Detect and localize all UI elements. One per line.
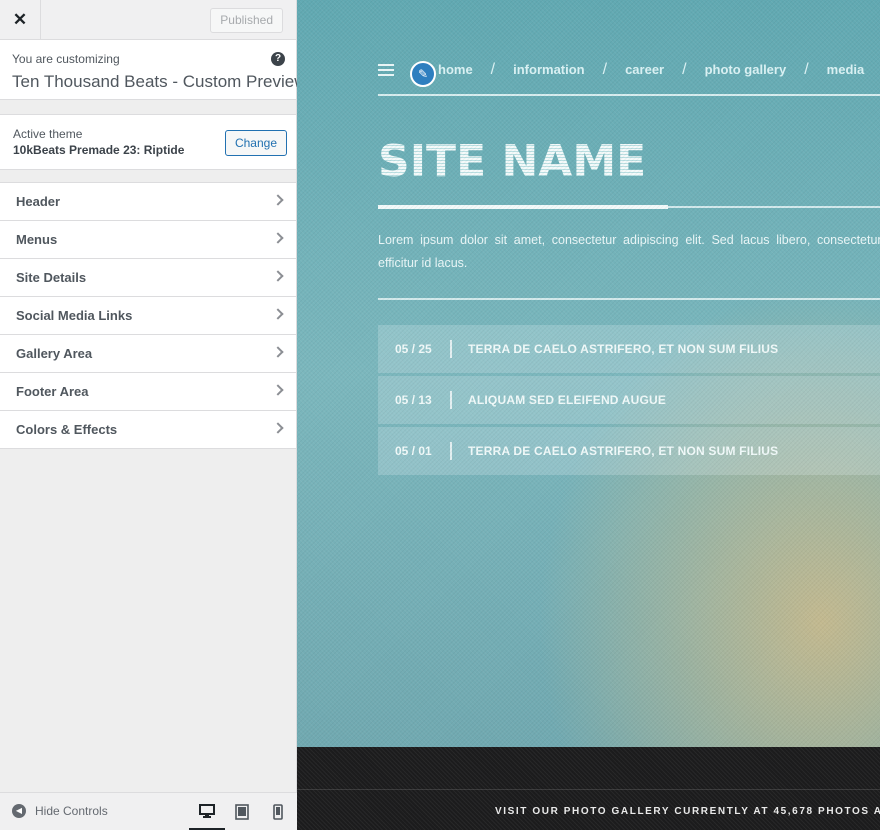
nav-item-home[interactable]: home (438, 62, 473, 77)
menu-icon[interactable] (378, 64, 394, 76)
intro-text: Lorem ipsum dolor sit amet, consectetur … (378, 233, 880, 270)
collapse-arrow-icon: ◀ (12, 804, 26, 818)
title-underline (378, 205, 668, 209)
nav-separator: / (682, 61, 687, 78)
customizer-footer: ◀ Hide Controls (0, 792, 297, 830)
mobile-preview-button[interactable] (260, 793, 296, 830)
chevron-right-icon (272, 384, 284, 396)
panel-label: Header (16, 194, 61, 209)
panel-menus[interactable]: Menus (0, 221, 296, 259)
panel-footer-area[interactable]: Footer Area (0, 373, 296, 411)
chevron-right-icon (272, 346, 284, 358)
chevron-right-icon (272, 270, 284, 282)
panel-list: Header Menus Site Details Social Media L… (0, 182, 296, 449)
nav-item-photo-gallery[interactable]: photo gallery (705, 62, 787, 77)
gallery-footer: VISIT OUR PHOTO GALLERY CURRENTLY AT 45,… (297, 747, 880, 830)
close-icon: ✕ (12, 10, 28, 29)
nav-item-career[interactable]: career (625, 62, 664, 77)
event-date: 05 / 01 (378, 442, 452, 460)
panel-header[interactable]: Header (0, 183, 296, 221)
intro-divider (378, 298, 880, 300)
nav-item-information[interactable]: information (513, 62, 585, 77)
footer-divider (297, 789, 880, 790)
customizing-label: You are customizing (12, 52, 120, 66)
site-preview: ✎ home / information / career / photo ga… (297, 0, 880, 830)
panel-gallery-area[interactable]: Gallery Area (0, 335, 296, 373)
hide-controls-button[interactable]: ◀ Hide Controls (12, 804, 108, 818)
nav-separator: / (804, 61, 809, 78)
event-row[interactable]: 05 / 01 TERRA DE CAELO ASTRIFERO, ET NON… (378, 427, 880, 475)
chevron-right-icon (272, 232, 284, 244)
nav-item-media[interactable]: media (827, 62, 865, 77)
gallery-footer-text[interactable]: VISIT OUR PHOTO GALLERY CURRENTLY AT 45,… (495, 806, 880, 817)
event-title: TERRA DE CAELO ASTRIFERO, ET NON SUM FIL… (468, 444, 779, 458)
panel-label: Footer Area (16, 384, 89, 399)
panel-colors-effects[interactable]: Colors & Effects (0, 411, 296, 449)
customizer-sidebar: ✕ Published You are customizing Ten Thou… (0, 0, 307, 830)
active-theme-section: Active theme 10kBeats Premade 23: Riptid… (0, 114, 296, 170)
event-list: 05 / 25 TERRA DE CAELO ASTRIFERO, ET NON… (378, 325, 880, 478)
help-icon[interactable]: ? (271, 52, 285, 66)
event-row[interactable]: 05 / 25 TERRA DE CAELO ASTRIFERO, ET NON… (378, 325, 880, 373)
panel-label: Gallery Area (16, 346, 93, 361)
chevron-right-icon (272, 422, 284, 434)
panel-label: Site Details (16, 270, 87, 285)
desktop-preview-button[interactable] (189, 793, 225, 830)
panel-site-details[interactable]: Site Details (0, 259, 296, 297)
event-title: TERRA DE CAELO ASTRIFERO, ET NON SUM FIL… (468, 342, 779, 356)
desktop-icon (199, 803, 215, 818)
panel-label: Social Media Links (16, 308, 133, 323)
tablet-preview-button[interactable] (224, 793, 260, 830)
chevron-right-icon (272, 194, 284, 206)
site-title: Ten Thousand Beats - Custom Preview (12, 72, 307, 91)
nav-divider (378, 94, 880, 96)
customizing-info: You are customizing Ten Thousand Beats -… (0, 40, 307, 100)
panel-label: Menus (16, 232, 58, 247)
panel-social-media-links[interactable]: Social Media Links (0, 297, 296, 335)
published-button[interactable]: Published (210, 8, 283, 33)
title-divider (668, 206, 880, 208)
event-date: 05 / 25 (378, 340, 452, 358)
event-row[interactable]: 05 / 13 ALIQUAM SED ELEIFEND AUGUE (378, 376, 880, 424)
nav-separator: / (602, 61, 608, 78)
event-date: 05 / 13 (378, 391, 452, 409)
nav-separator: / (490, 61, 496, 78)
edit-pencil-icon[interactable]: ✎ (410, 61, 436, 87)
close-button[interactable]: ✕ (0, 0, 41, 40)
hide-controls-label: Hide Controls (35, 804, 108, 818)
panel-label: Colors & Effects (16, 422, 118, 437)
change-theme-button[interactable]: Change (224, 130, 287, 156)
mobile-icon (273, 804, 283, 820)
site-name-heading: SITE NAME (378, 136, 647, 187)
tablet-icon (235, 804, 249, 820)
main-navigation: home / information / career / photo gall… (438, 61, 880, 78)
customizer-header: ✕ Published (0, 0, 296, 40)
event-title: ALIQUAM SED ELEIFEND AUGUE (468, 393, 667, 407)
chevron-right-icon (272, 308, 284, 320)
